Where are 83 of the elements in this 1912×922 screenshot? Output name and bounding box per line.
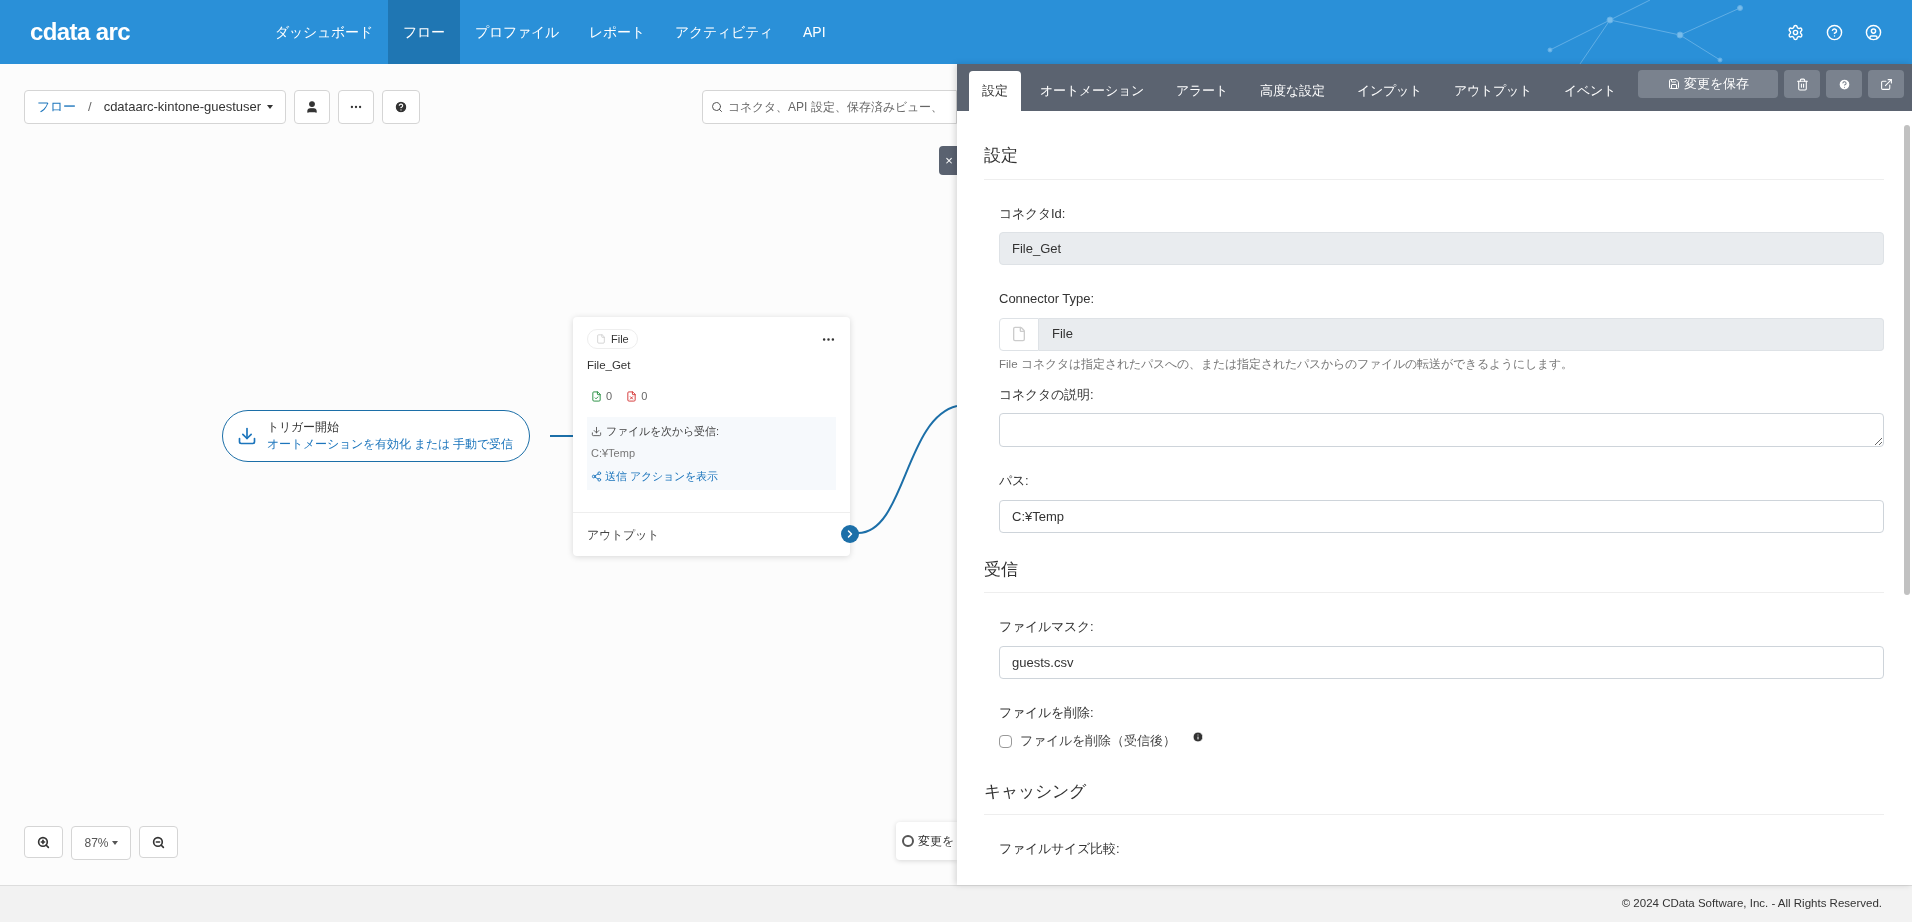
spinner-icon <box>902 835 914 847</box>
nav-tab[interactable]: フロー <box>388 0 460 64</box>
field-label: コネクタの説明: <box>999 385 1095 404</box>
field-label: ファイルを削除: <box>999 703 1095 722</box>
section-heading: 設定 <box>984 143 1884 180</box>
trigger-node[interactable]: トリガー開始 オートメーションを有効化 または 手動で受信 <box>222 410 531 462</box>
download-icon <box>591 425 602 437</box>
connector-name: File_Get <box>586 358 632 373</box>
description-field[interactable] <box>999 413 1884 448</box>
field-label: ファイルマスク: <box>999 618 1095 637</box>
panel-tab[interactable]: イベント <box>1551 71 1629 111</box>
help-button[interactable] <box>382 90 421 124</box>
checkbox[interactable] <box>999 734 1012 748</box>
panel-tab[interactable]: オートメーション <box>1027 71 1157 111</box>
panel-tab[interactable]: アラート <box>1163 71 1241 111</box>
input-field[interactable]: C:¥Temp <box>999 499 1884 533</box>
checkbox-label: ファイルを削除（受信後） <box>1020 732 1176 751</box>
breadcrumb-link[interactable]: フロー <box>37 97 76 117</box>
breadcrumb-separator: / <box>88 98 92 117</box>
panel-tab[interactable]: インプット <box>1344 71 1435 111</box>
info-icon <box>1192 731 1204 743</box>
logo: cdata arc <box>30 17 131 47</box>
section-heading: 受信 <box>984 556 1884 594</box>
settings-icon[interactable] <box>1787 23 1804 41</box>
open-external-button[interactable] <box>1868 70 1904 98</box>
output-label: アウトプット <box>587 526 659 544</box>
error-count: 0 <box>626 388 648 405</box>
user-button[interactable] <box>294 90 331 124</box>
user-icon[interactable] <box>1865 23 1882 41</box>
help-icon[interactable] <box>1826 23 1843 41</box>
copyright-text: © 2024 CData Software, Inc. - All Rights Reserved. <box>1621 896 1882 912</box>
section-heading: キャッシング <box>984 778 1884 816</box>
input-field[interactable]: File_Get <box>999 232 1884 265</box>
trigger-title: トリガー開始 <box>267 419 340 437</box>
field-label: コネクタId: <box>999 204 1067 223</box>
receive-path: C:¥Temp <box>591 446 637 462</box>
field-label: パス: <box>999 472 1030 491</box>
panel-tab[interactable]: アウトプット <box>1441 71 1545 111</box>
output-port[interactable] <box>841 525 859 543</box>
panel-tab[interactable]: 設定 <box>969 71 1021 111</box>
field-label: Connector Type: <box>999 290 1096 308</box>
delete-button[interactable] <box>1784 70 1820 98</box>
download-icon <box>237 426 257 446</box>
help-text: File コネクタは指定されたパスへの、または指定されたパスからのファイルの転送ができるようにします。 <box>999 356 1574 372</box>
zoom-level-dropdown[interactable]: 87% <box>71 826 131 860</box>
file-icon <box>1011 326 1027 342</box>
receive-label: ファイルを次から受信: <box>606 423 720 439</box>
save-icon <box>1667 78 1680 90</box>
panel-tab[interactable]: 高度な設定 <box>1247 71 1338 111</box>
breadcrumb-current: cdataarc-kintone-guestuser <box>103 98 262 117</box>
success-count: 0 <box>591 388 613 405</box>
file-icon <box>596 334 606 344</box>
user-icon <box>305 100 320 114</box>
search-field[interactable]: コネクタ、API 設定、保存済みビュー、 <box>702 90 957 124</box>
file-check-icon <box>591 391 602 402</box>
nav-tab[interactable]: レポート <box>574 0 660 64</box>
breadcrumb[interactable]: フロー / cdataarc-kintone-guestuser <box>24 90 287 124</box>
zoom-in-icon <box>37 835 50 849</box>
nav-tab[interactable]: プロファイル <box>460 0 574 64</box>
share-icon <box>591 470 602 482</box>
zoom-out-button[interactable] <box>139 826 178 858</box>
input-field[interactable]: guests.csv <box>999 645 1884 679</box>
zoom-in-button[interactable] <box>24 826 63 858</box>
help-icon <box>394 100 409 114</box>
save-button[interactable]: 変更を保存 <box>1638 70 1778 98</box>
connector-card[interactable]: File File_Get 0 0 ファイルを次から受信: C:¥Temp 送信 アクションを表示 アウトプット <box>573 317 850 556</box>
save-status-toast: 変更を <box>896 822 957 860</box>
file-x-icon <box>626 391 638 402</box>
connector-line <box>550 435 573 437</box>
input-field[interactable]: File <box>1039 317 1884 351</box>
help-icon <box>1837 77 1851 91</box>
send-actions-link[interactable]: 送信 アクションを表示 <box>605 467 719 485</box>
nav-tab[interactable]: API <box>788 0 841 64</box>
nav-tab[interactable]: ダッシュボード <box>260 0 388 64</box>
caret-icon <box>267 105 274 109</box>
nav-tab[interactable]: アクティビティ <box>660 0 788 64</box>
external-link-icon <box>1879 77 1893 91</box>
field-label: ファイルサイズ比較: <box>999 840 1121 859</box>
search-icon <box>711 101 723 113</box>
trigger-subtitle: オートメーションを有効化 または 手動で受信 <box>267 437 514 453</box>
zoom-out-icon <box>152 835 165 849</box>
trash-icon <box>1795 77 1809 91</box>
close-button[interactable]: × <box>939 146 959 175</box>
